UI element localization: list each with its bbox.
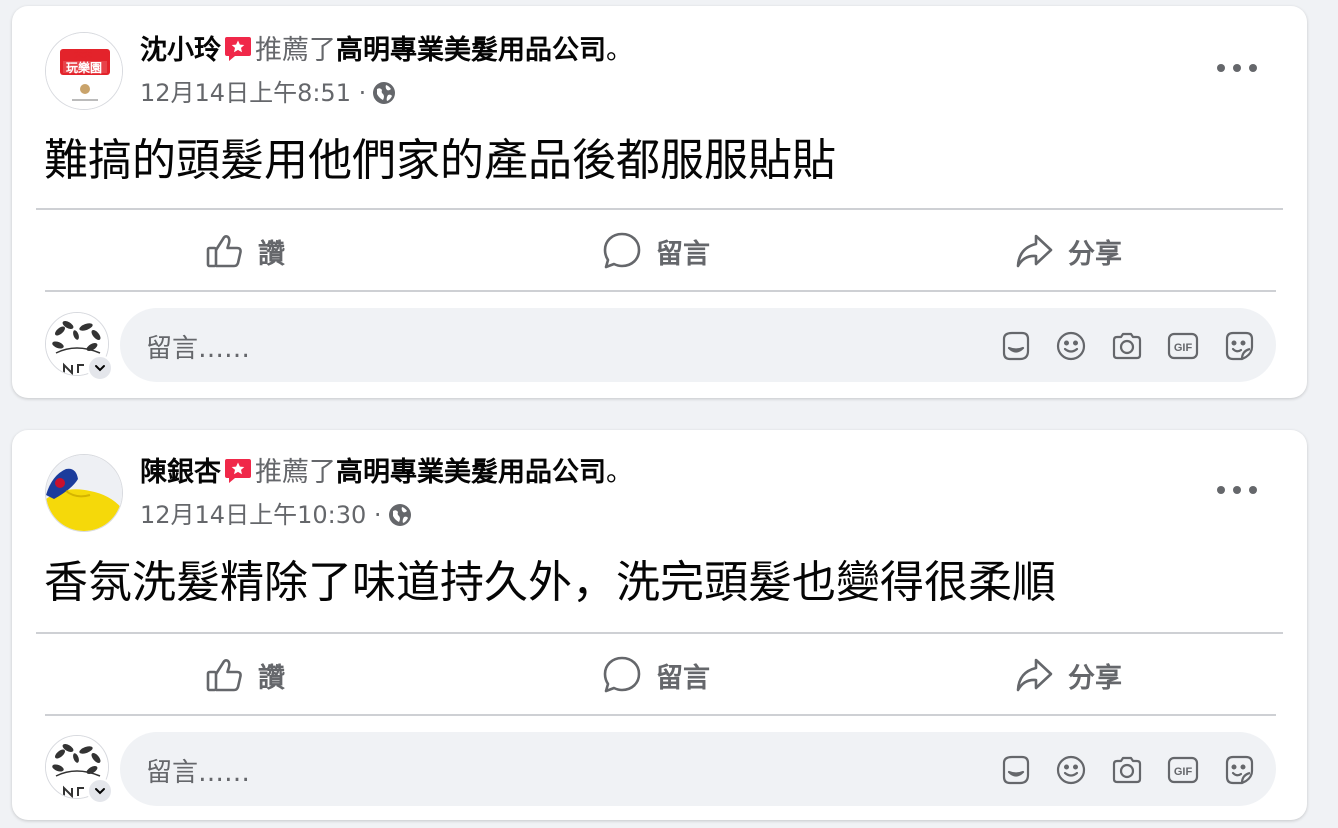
thumbs-up-icon (206, 659, 242, 692)
page-name-link[interactable]: 高明專業美髮用品公司 (336, 35, 606, 66)
share-label: 分享 (1068, 662, 1122, 694)
comment-bubble-icon (603, 232, 641, 269)
post-text: 難搞的頭髮用他們家的產品後都服服貼貼 (44, 135, 836, 186)
like-button[interactable]: 讚 (204, 218, 285, 284)
post-timestamp[interactable]: 12月14日上午10:30 · (140, 500, 382, 530)
author-avatar[interactable]: 天天 玩樂園 (45, 32, 123, 110)
svg-text:GIF: GIF (1174, 766, 1193, 778)
post-header: 沈小玲 推薦了高明專業美髮用品公司。 (140, 34, 633, 68)
like-label: 讚 (258, 238, 285, 270)
gif-icon[interactable]: GIF (1166, 329, 1200, 363)
comment-bubble-icon (603, 656, 641, 693)
camera-icon[interactable] (1110, 753, 1144, 787)
like-label: 讚 (258, 662, 285, 694)
author-avatar[interactable] (45, 454, 123, 532)
share-button[interactable]: 分享 (1014, 642, 1122, 708)
divider (45, 290, 1276, 292)
post-card: 陳銀杏 推薦了高明專業美髮用品公司。 12月14日上午10:30 · 香氛洗髮精除… (12, 430, 1307, 820)
header-period: 。 (606, 35, 633, 66)
header-period: 。 (606, 457, 633, 488)
recommend-label: 推薦了 (255, 457, 336, 488)
sticker-icon[interactable] (1222, 753, 1256, 787)
emoji-icon[interactable] (1054, 329, 1088, 363)
post-timestamp[interactable]: 12月14日上午8:51 · (140, 78, 366, 108)
comment-tools: GIF (998, 753, 1256, 787)
post-header: 陳銀杏 推薦了高明專業美髮用品公司。 (140, 456, 633, 490)
divider (36, 632, 1283, 634)
comment-input[interactable]: 留言…… GIF (120, 732, 1276, 806)
globe-icon[interactable] (388, 503, 412, 527)
camera-icon[interactable] (1110, 329, 1144, 363)
comment-placeholder: 留言…… (146, 334, 251, 364)
comment-input[interactable]: 留言…… GIF (120, 308, 1276, 382)
comment-label: 留言 (656, 662, 710, 694)
author-name[interactable]: 陳銀杏 (140, 457, 221, 488)
page-name-link[interactable]: 高明專業美髮用品公司 (336, 457, 606, 488)
comment-placeholder: 留言…… (146, 758, 251, 788)
share-arrow-icon (1016, 234, 1053, 268)
post-card: 天天 玩樂園 沈小玲 推薦了高明專業美髮用品公司。 12月14日上午8:51 · … (12, 6, 1307, 398)
post-actions: 讚 留言 分享 (12, 642, 1307, 708)
divider (45, 714, 1276, 716)
post-meta: 12月14日上午8:51 · (140, 78, 396, 108)
comment-button[interactable]: 留言 (602, 218, 710, 284)
recommend-star-icon (225, 37, 251, 61)
emoji-icon[interactable] (1054, 753, 1088, 787)
post-meta: 12月14日上午10:30 · (140, 500, 412, 530)
recommend-star-icon (225, 459, 251, 483)
author-name[interactable]: 沈小玲 (140, 35, 221, 66)
comment-label: 留言 (656, 238, 710, 270)
gif-icon[interactable]: GIF (1166, 753, 1200, 787)
post-actions: 讚 留言 分享 (12, 218, 1307, 284)
globe-icon[interactable] (372, 81, 396, 105)
profile-photo-icon (46, 455, 122, 531)
more-options-icon[interactable] (1217, 56, 1257, 80)
share-label: 分享 (1068, 238, 1122, 270)
divider (36, 208, 1283, 210)
post-text: 香氛洗髮精除了味道持久外，洗完頭髮也變得很柔順 (44, 557, 1056, 608)
recommend-label: 推薦了 (255, 35, 336, 66)
avatar-logo-text-2: 玩樂園 (66, 61, 103, 75)
avatar-sticker-icon[interactable] (998, 753, 1032, 787)
sticker-icon[interactable] (1222, 329, 1256, 363)
chevron-down-icon[interactable] (87, 778, 113, 804)
comment-button[interactable]: 留言 (602, 642, 710, 708)
more-options-icon[interactable] (1217, 478, 1257, 502)
share-button[interactable]: 分享 (1014, 218, 1122, 284)
share-arrow-icon (1016, 658, 1053, 692)
svg-text:GIF: GIF (1174, 342, 1193, 354)
thumbs-up-icon (206, 235, 242, 268)
avatar-sticker-icon[interactable] (998, 329, 1032, 363)
chevron-down-icon[interactable] (87, 355, 113, 381)
like-button[interactable]: 讚 (204, 642, 285, 708)
comment-tools: GIF (998, 329, 1256, 363)
